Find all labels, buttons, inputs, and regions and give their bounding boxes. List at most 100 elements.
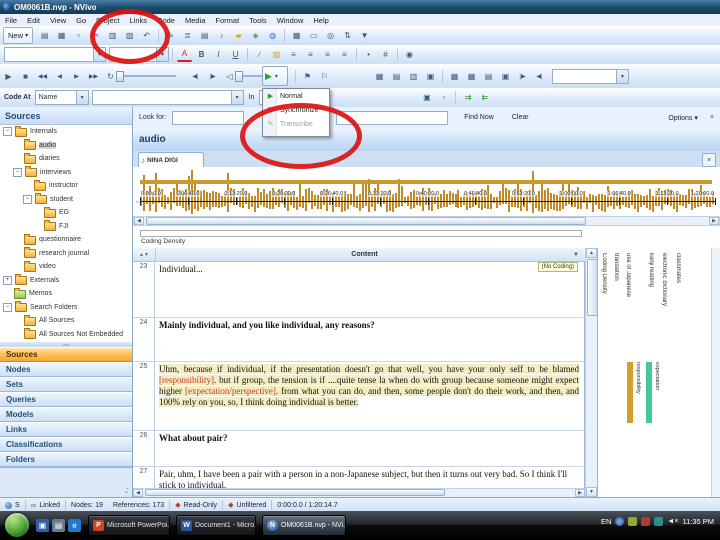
code-at-type-combo[interactable]: Name ▾ [34, 90, 89, 105]
nav-button-models[interactable]: Models [0, 407, 132, 422]
tree-item-diaries[interactable]: diaries [0, 152, 132, 166]
language-indicator[interactable]: EN [601, 517, 611, 526]
transcript-h-scrollbar[interactable]: ◀ ▶ [133, 488, 585, 497]
menu-help[interactable]: Help [308, 16, 333, 25]
scroll-right-icon[interactable]: ▶ [709, 217, 719, 225]
entry-out-icon[interactable]: ◀| [532, 69, 547, 84]
menu-media[interactable]: Media [180, 16, 210, 25]
tree-expander-icon[interactable]: − [13, 167, 22, 177]
tree-item-video[interactable]: video [0, 260, 132, 274]
transcript-columns-icon[interactable]: ▥ [406, 69, 421, 84]
panel-resize-icon[interactable]: ⌄̂ [124, 488, 129, 495]
scroll-up-icon[interactable]: ▲ [586, 248, 597, 258]
menu-format[interactable]: Format [210, 16, 244, 25]
tree-item-research-journal[interactable]: research journal [0, 247, 132, 261]
align-left-icon[interactable]: ≡ [286, 47, 301, 62]
font-family-combo[interactable]: ▾ [4, 47, 106, 62]
sort-icon[interactable]: ⇅ [340, 28, 355, 43]
print-icon[interactable]: ▦ [54, 28, 69, 43]
tab-audio-document[interactable]: ♪ NINA DIGI [138, 152, 204, 168]
table-icon[interactable]: ▦ [289, 28, 304, 43]
table-layout3-icon[interactable]: ▤ [481, 69, 496, 84]
find-bar-close-icon[interactable]: × [704, 114, 720, 121]
code-icon[interactable]: ⇉ [460, 90, 475, 105]
detail-view-icon[interactable]: ▤ [197, 28, 212, 43]
scroll-left-icon[interactable]: ◀ [134, 217, 144, 225]
scroll-left-icon[interactable]: ◀ [133, 489, 143, 497]
options-button[interactable]: Options ▾ [662, 114, 704, 122]
save-icon[interactable]: ▤ [37, 28, 52, 43]
italic-icon[interactable]: I [211, 47, 226, 62]
quick-launch-explorer-icon[interactable]: ▤ [52, 519, 65, 532]
font-color-icon[interactable]: A [177, 47, 192, 62]
transcript-grid-icon[interactable]: ▤ [389, 69, 404, 84]
row-number-header[interactable]: ▲ ▼ [133, 248, 156, 261]
list-view-icon[interactable]: ≣ [180, 28, 195, 43]
print-preview-icon[interactable]: ▫ [71, 28, 86, 43]
tree-expander-icon[interactable]: − [3, 302, 12, 312]
nav-button-nodes[interactable]: Nodes [0, 362, 132, 377]
tray-network-icon[interactable] [654, 517, 664, 526]
media-icon[interactable]: ♪ [214, 28, 229, 43]
coding-stripe-responsibility[interactable] [627, 362, 633, 423]
table-layout4-icon[interactable]: ▣ [498, 69, 513, 84]
taskbar-button-word[interactable]: W Document1 - Micro... [176, 515, 256, 536]
line-color-icon[interactable]: ∕ [252, 47, 267, 62]
quick-launch-ie-icon[interactable]: e [68, 519, 81, 532]
nav-button-sets[interactable]: Sets [0, 377, 132, 392]
uncode-icon[interactable]: ⇇ [477, 90, 492, 105]
transcript-cells-icon[interactable]: ▣ [423, 69, 438, 84]
position-slider[interactable] [116, 69, 184, 84]
tree-item-eg[interactable]: EG [0, 206, 132, 220]
sort-desc-icon[interactable]: ▼ [144, 252, 149, 258]
flag-in-icon[interactable]: ⚑ [300, 69, 315, 84]
tree-item-externals[interactable]: + Externals [0, 274, 132, 288]
menu-edit[interactable]: Edit [22, 16, 45, 25]
tree-item-search-folders[interactable]: − Search Folders [0, 301, 132, 315]
nav-button-classifications[interactable]: Classifications [0, 437, 132, 452]
title-bar[interactable]: OM0061B.nvp - NVivo [0, 0, 720, 14]
tray-security-icon[interactable] [641, 517, 651, 526]
web-icon[interactable]: ◍ [265, 28, 280, 43]
menu-tools[interactable]: Tools [244, 16, 272, 25]
clear-button[interactable]: Clear [506, 114, 535, 121]
new-dropdown-icon[interactable]: ▾ [25, 32, 28, 39]
quick-launch-desktop-icon[interactable]: ▣ [36, 519, 49, 532]
nav-button-queries[interactable]: Queries [0, 392, 132, 407]
filter-icon[interactable]: ▼ [357, 28, 372, 43]
new-button[interactable]: New ▾ [3, 27, 34, 44]
align-right-icon[interactable]: ≡ [320, 47, 335, 62]
play-mode-dropdown-button[interactable]: ▶ ▾ [262, 66, 288, 86]
step-forward-icon[interactable]: ▶ [69, 69, 84, 84]
transcript-v-scrollbar[interactable]: ▲ ▼ [585, 248, 598, 497]
tray-antivirus-icon[interactable] [628, 517, 638, 526]
scrollbar-thumb[interactable] [146, 217, 586, 225]
frame-prev-icon[interactable]: ◀| [188, 69, 203, 84]
flag-out-icon[interactable]: ⚐ [317, 69, 332, 84]
find-now-button[interactable]: Find Now [458, 114, 500, 121]
code-at-name-combo[interactable]: ▾ [91, 90, 244, 105]
taskbar-button-nvivo[interactable]: N OM0061B.nvp - NVi... [262, 515, 346, 536]
scroll-right-icon[interactable]: ▶ [575, 489, 585, 497]
document-icon[interactable]: ▭ [306, 28, 321, 43]
numbering-icon[interactable]: # [378, 47, 393, 62]
clock[interactable]: 11:35 PM [682, 517, 718, 526]
transcript-rows-icon[interactable]: ▦ [372, 69, 387, 84]
tree-item-instructor[interactable]: instructor [0, 179, 132, 193]
menu-item-normal[interactable]: ▶ Normal [263, 89, 329, 103]
volume-tray-icon[interactable]: ◄× [667, 518, 678, 525]
media-rows-combo[interactable]: ▾ [552, 68, 629, 84]
menu-window[interactable]: Window [272, 16, 309, 25]
align-center-icon[interactable]: ≡ [303, 47, 318, 62]
menu-view[interactable]: View [45, 16, 71, 25]
menu-go[interactable]: Go [71, 16, 91, 25]
scroll-down-icon[interactable]: ▼ [586, 487, 597, 497]
find-icon[interactable]: ◉ [402, 47, 417, 62]
tree-expander-icon[interactable]: − [23, 194, 32, 204]
tree-expander-icon[interactable]: − [3, 127, 12, 137]
start-button[interactable] [5, 513, 29, 537]
tab-close-icon[interactable]: × [702, 153, 716, 167]
highlight-icon[interactable]: ▰ [231, 28, 246, 43]
transcript-row[interactable]: 23 Individual... [133, 261, 585, 318]
bold-icon[interactable]: B [194, 47, 209, 62]
